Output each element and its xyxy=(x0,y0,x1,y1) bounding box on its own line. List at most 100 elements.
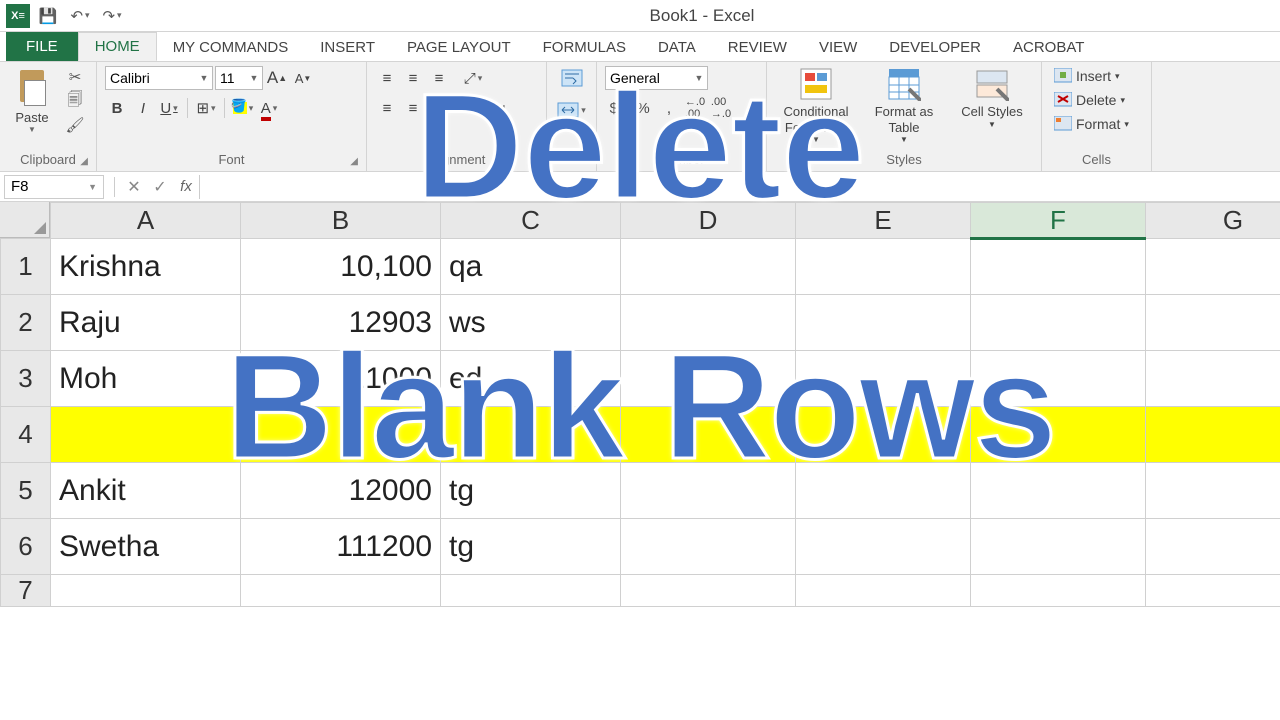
tab-insert[interactable]: INSERT xyxy=(304,34,391,61)
border-button[interactable]: ⊞ xyxy=(194,96,218,120)
cell-A7[interactable] xyxy=(51,575,241,607)
tab-mycommands[interactable]: MY COMMANDS xyxy=(157,34,305,61)
cell-E5[interactable] xyxy=(796,463,971,519)
align-right-button[interactable]: ≡ xyxy=(427,96,451,120)
row-header[interactable]: 4 xyxy=(1,407,51,463)
cell-E4[interactable] xyxy=(796,407,971,463)
clipboard-launcher[interactable]: ◢ xyxy=(80,156,88,167)
row-2[interactable]: 2Raju12903ws xyxy=(1,295,1280,351)
align-center-button[interactable]: ≡ xyxy=(401,96,425,120)
cell-C2[interactable]: ws xyxy=(441,295,621,351)
cell-F5[interactable] xyxy=(971,463,1146,519)
cut-button[interactable]: ✂ xyxy=(62,66,88,88)
number-format-combo[interactable]: ▼ xyxy=(605,66,708,90)
cell-B1[interactable]: 10,100 xyxy=(241,239,441,295)
cell-F1[interactable] xyxy=(971,239,1146,295)
decrease-decimal-button[interactable]: .00→.0 xyxy=(709,96,733,120)
cell-G5[interactable] xyxy=(1146,463,1280,519)
font-size-combo[interactable]: ▼ xyxy=(215,66,263,90)
tab-data[interactable]: DATA xyxy=(642,34,712,61)
col-header-G[interactable]: G xyxy=(1146,203,1280,239)
bold-button[interactable]: B xyxy=(105,96,129,120)
tab-home[interactable]: HOME xyxy=(78,32,157,61)
cell-F7[interactable] xyxy=(971,575,1146,607)
cell-A4[interactable] xyxy=(51,407,241,463)
col-header-B[interactable]: B xyxy=(241,203,441,239)
number-launcher[interactable]: ◢ xyxy=(750,156,758,167)
font-name-combo[interactable]: ▼ xyxy=(105,66,213,90)
cell-G6[interactable] xyxy=(1146,519,1280,575)
underline-button[interactable]: U xyxy=(157,96,181,120)
cell-C4[interactable] xyxy=(441,407,621,463)
row-header[interactable]: 5 xyxy=(1,463,51,519)
column-headers[interactable]: A B C D E F G xyxy=(1,203,1280,239)
col-header-C[interactable]: C xyxy=(441,203,621,239)
row-header[interactable]: 1 xyxy=(1,239,51,295)
cell-B4[interactable] xyxy=(241,407,441,463)
row-5[interactable]: 5Ankit12000tg xyxy=(1,463,1280,519)
cell-G7[interactable] xyxy=(1146,575,1280,607)
name-box[interactable]: F8▼ xyxy=(4,175,104,199)
fill-color-button[interactable] xyxy=(231,96,255,120)
accounting-format-button[interactable]: $ xyxy=(605,96,629,120)
increase-decimal-button[interactable]: ←.0.00 xyxy=(683,96,707,120)
redo-button[interactable]: ↷ xyxy=(98,4,126,28)
comma-button[interactable]: , xyxy=(657,96,681,120)
format-painter-button[interactable]: 🖌 xyxy=(62,114,88,136)
cell-B3[interactable]: 21000 xyxy=(241,351,441,407)
paste-button[interactable]: Paste ▼ xyxy=(8,66,56,134)
percent-button[interactable]: % xyxy=(631,96,655,120)
cell-D4[interactable] xyxy=(621,407,796,463)
cell-D1[interactable] xyxy=(621,239,796,295)
cell-G1[interactable] xyxy=(1146,239,1280,295)
tab-view[interactable]: VIEW xyxy=(803,34,873,61)
tab-review[interactable]: REVIEW xyxy=(712,34,803,61)
shrink-font-button[interactable]: A▼ xyxy=(291,66,315,90)
cell-A3[interactable]: Moh xyxy=(51,351,241,407)
font-color-button[interactable]: A xyxy=(257,96,281,120)
cell-A6[interactable]: Swetha xyxy=(51,519,241,575)
cell-A5[interactable]: Ankit xyxy=(51,463,241,519)
align-top-button[interactable]: ≡ xyxy=(375,66,399,90)
cell-F2[interactable] xyxy=(971,295,1146,351)
cell-B7[interactable] xyxy=(241,575,441,607)
align-bottom-button[interactable]: ≡ xyxy=(427,66,451,90)
col-header-D[interactable]: D xyxy=(621,203,796,239)
cell-C1[interactable]: qa xyxy=(441,239,621,295)
spreadsheet-grid[interactable]: A B C D E F G 1Krishna10,100qa2Raju12903… xyxy=(0,202,1280,607)
cell-E6[interactable] xyxy=(796,519,971,575)
cell-G4[interactable] xyxy=(1146,407,1280,463)
cell-E3[interactable] xyxy=(796,351,971,407)
cell-E7[interactable] xyxy=(796,575,971,607)
cell-G2[interactable] xyxy=(1146,295,1280,351)
save-button[interactable]: 💾 xyxy=(34,4,62,28)
format-cells-button[interactable]: Format ▾ xyxy=(1050,114,1133,134)
cell-E2[interactable] xyxy=(796,295,971,351)
orientation-button[interactable]: ⤢ xyxy=(461,66,485,90)
cell-C3[interactable]: ed xyxy=(441,351,621,407)
italic-button[interactable]: I xyxy=(131,96,155,120)
wrap-text-button[interactable] xyxy=(560,66,584,90)
tab-acrobat[interactable]: ACROBAT xyxy=(997,34,1100,61)
row-7[interactable]: 7 xyxy=(1,575,1280,607)
alignment-launcher[interactable]: ◢ xyxy=(530,156,538,167)
col-header-E[interactable]: E xyxy=(796,203,971,239)
align-left-button[interactable]: ≡ xyxy=(375,96,399,120)
delete-cells-button[interactable]: Delete ▾ xyxy=(1050,90,1129,110)
copy-button[interactable]: 🗐 xyxy=(62,90,88,112)
row-3[interactable]: 3Moh21000ed xyxy=(1,351,1280,407)
row-header[interactable]: 7 xyxy=(1,575,51,607)
formula-input[interactable] xyxy=(199,175,1280,199)
row-4[interactable]: 4 xyxy=(1,407,1280,463)
font-launcher[interactable]: ◢ xyxy=(350,156,358,167)
col-header-A[interactable]: A xyxy=(51,203,241,239)
tab-file[interactable]: FILE xyxy=(6,32,78,61)
row-header[interactable]: 2 xyxy=(1,295,51,351)
enter-button[interactable]: ✓ xyxy=(147,175,173,199)
cell-F6[interactable] xyxy=(971,519,1146,575)
grow-font-button[interactable]: A▲ xyxy=(265,66,289,90)
undo-button[interactable]: ↶ xyxy=(66,4,94,28)
row-1[interactable]: 1Krishna10,100qa xyxy=(1,239,1280,295)
align-middle-button[interactable]: ≡ xyxy=(401,66,425,90)
cell-F3[interactable] xyxy=(971,351,1146,407)
